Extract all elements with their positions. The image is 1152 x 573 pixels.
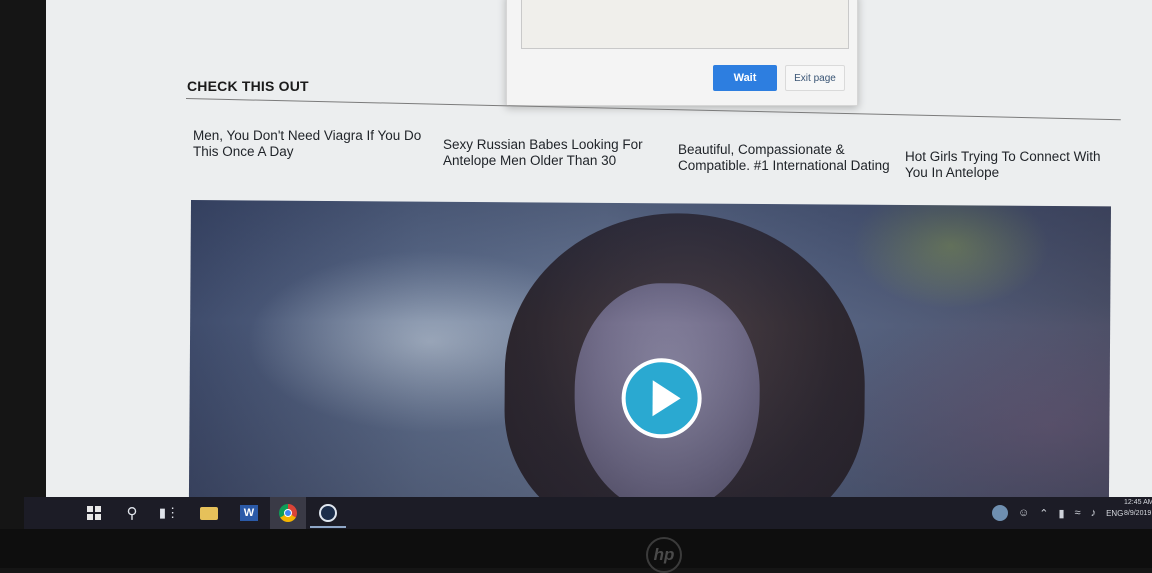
wifi-icon[interactable]: ≈ [1075,507,1081,519]
steam-icon[interactable] [318,503,338,523]
people-icon[interactable]: ☺ [1018,507,1029,519]
word-icon[interactable]: W [239,503,259,523]
active-app-indicator [310,526,346,528]
system-tray: ☺ ⌃ ▮ ≈ ♪ ENG [992,503,1123,523]
sponsored-link[interactable]: Hot Girls Trying To Connect With You In … [905,149,1115,181]
sponsored-link[interactable]: Beautiful, Compassionate & Compatible. #… [678,142,893,174]
taskbar: ⚲ ▮⋮ W ☺ ⌃ ▮ ≈ ♪ ENG 12:45 AM 8/9/2019 [24,497,1152,529]
file-explorer-icon[interactable] [199,503,219,523]
sponsored-link[interactable]: Men, You Don't Need Viagra If You Do Thi… [193,128,438,160]
web-page: Wait Exit page CHECK THIS OUT Men, You D… [46,0,1152,507]
video-shade [188,200,1111,507]
tray-app-icon[interactable] [992,505,1008,521]
screen: Wait Exit page CHECK THIS OUT Men, You D… [46,0,1152,528]
clock[interactable]: 12:45 AM 8/9/2019 [1124,497,1152,519]
sponsored-link[interactable]: Sexy Russian Babes Looking For Antelope … [443,137,653,169]
play-button[interactable] [621,358,702,439]
search-icon[interactable]: ⚲ [122,503,142,523]
video-player[interactable] [188,200,1111,507]
laptop-bezel [0,529,1152,568]
sponsored-links: Men, You Don't Need Viagra If You Do Thi… [46,0,1152,200]
clock-time: 12:45 AM [1124,499,1152,506]
task-view-icon[interactable]: ▮⋮ [159,503,179,523]
clock-date: 8/9/2019 [1124,510,1152,517]
windows-start-icon[interactable] [84,503,104,523]
battery-icon[interactable]: ▮ [1058,507,1064,520]
play-icon [652,380,681,417]
chevron-up-icon[interactable]: ⌃ [1039,507,1048,520]
language-indicator[interactable]: ENG [1106,509,1123,518]
volume-icon[interactable]: ♪ [1091,507,1097,519]
chrome-icon[interactable] [278,503,298,523]
